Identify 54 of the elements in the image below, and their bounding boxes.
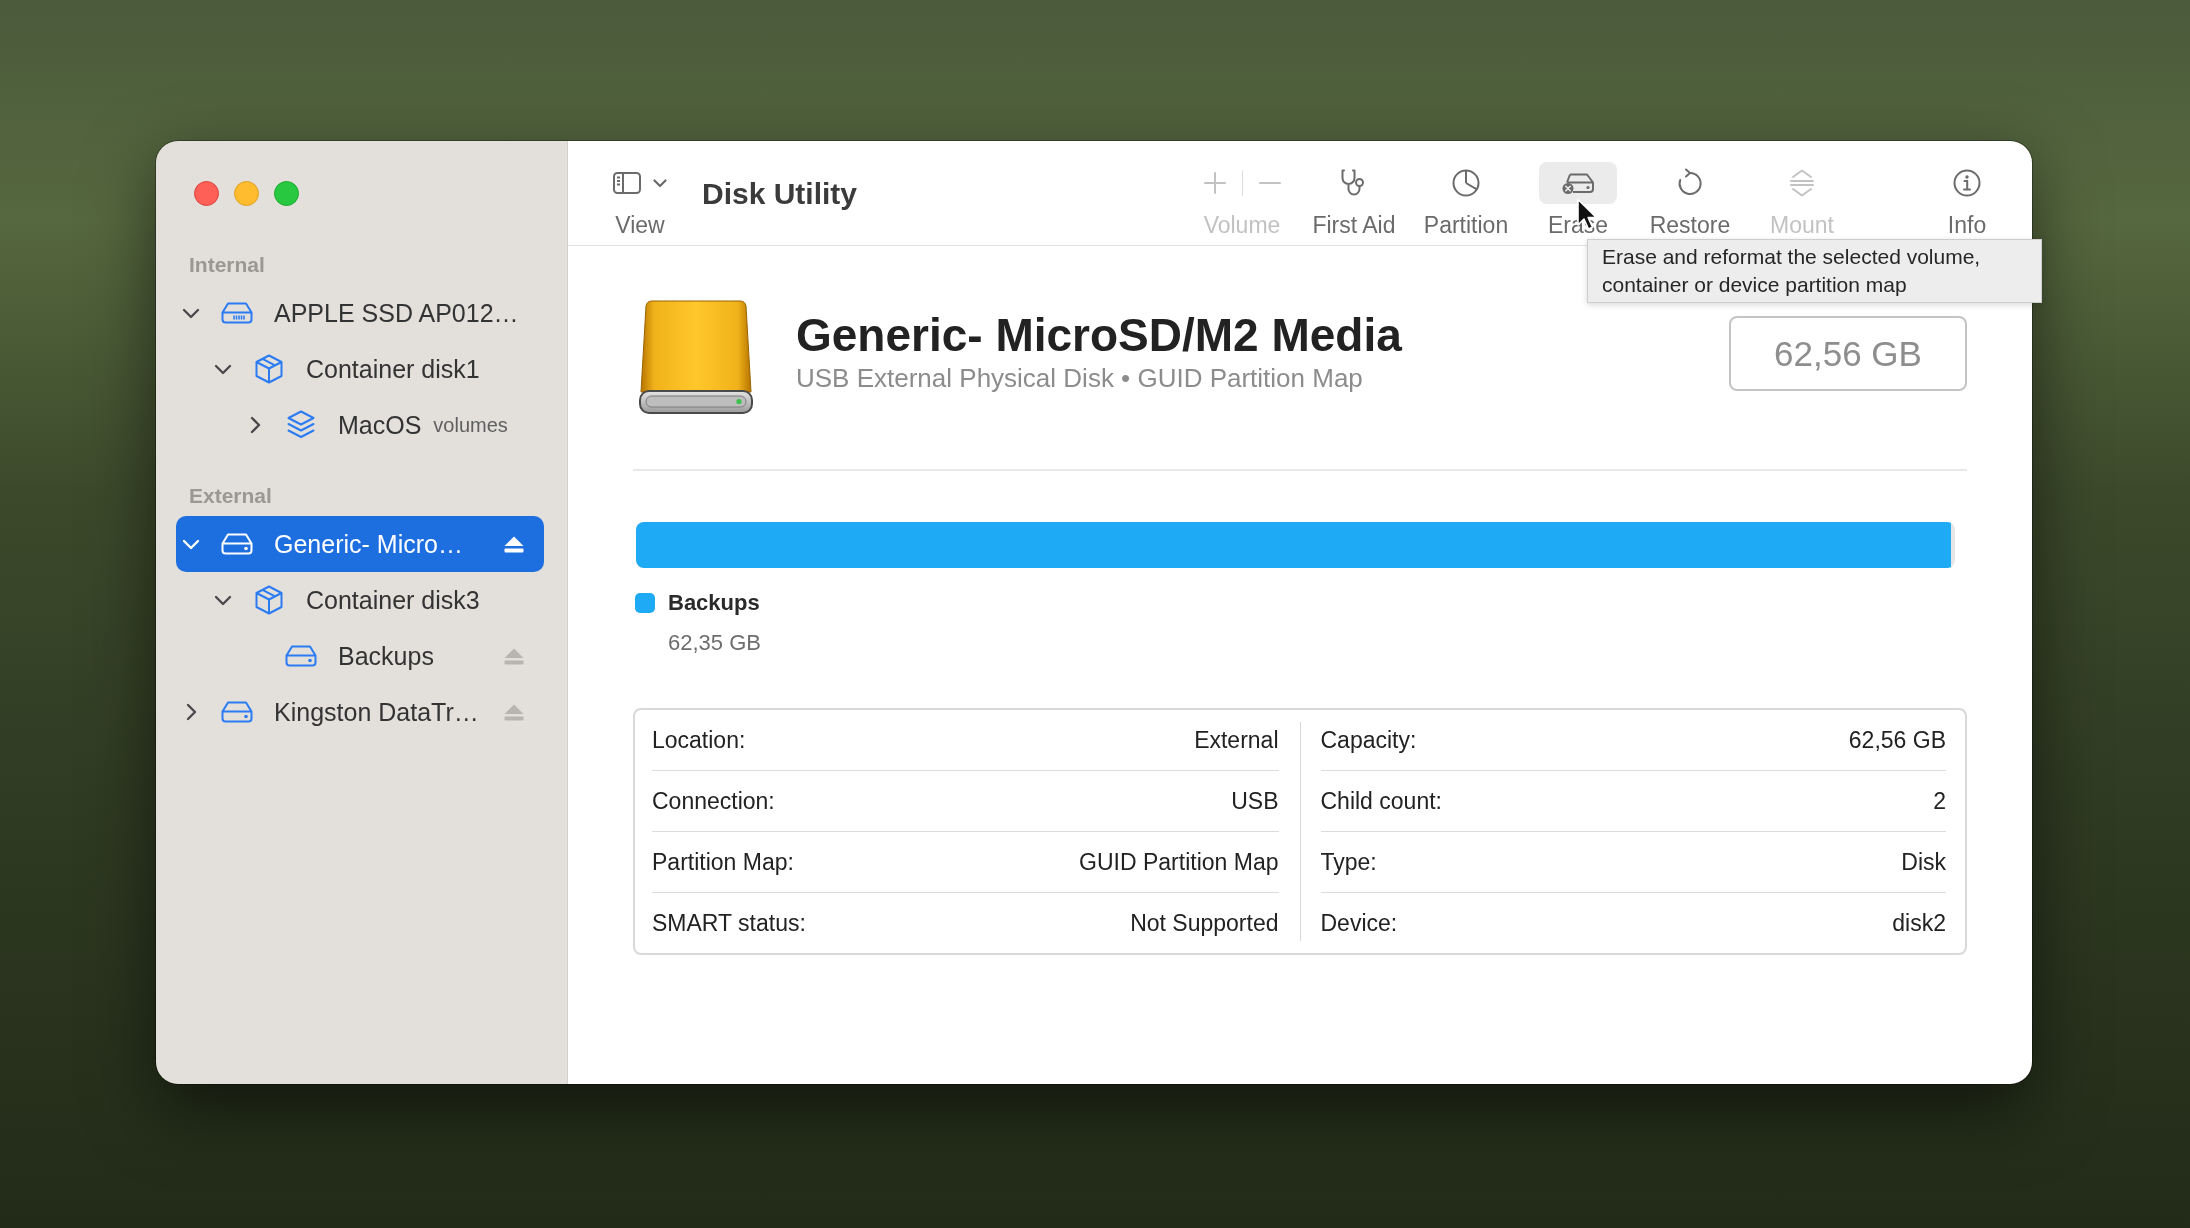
device-name: Generic- MicroSD/M2 Media — [796, 311, 1402, 359]
view-button[interactable]: View — [608, 141, 672, 238]
drive-icon — [221, 701, 253, 723]
layers-icon — [287, 410, 315, 440]
info-label: Device: — [1320, 909, 1398, 937]
sidebar-item[interactable]: Container disk3 — [176, 572, 544, 628]
toolbar-button[interactable]: First Aid — [1301, 141, 1407, 238]
sidebar-item[interactable]: Container disk1 — [176, 341, 544, 397]
plus-icon — [1203, 172, 1226, 194]
sidebar-item[interactable]: APPLE SSD AP012… — [176, 285, 544, 341]
info-value: Not Supported — [1130, 909, 1279, 937]
info-label: Connection: — [652, 787, 775, 815]
pie-chart-icon — [1451, 168, 1481, 198]
sidebar-item[interactable]: MacOS volumes — [176, 397, 544, 453]
info-label: Type: — [1320, 848, 1377, 876]
toolbar-button[interactable]: Info — [1914, 141, 2020, 238]
info-value: GUID Partition Map — [1079, 848, 1279, 876]
external-drive-icon — [638, 300, 754, 416]
info-icon — [1952, 168, 1982, 198]
eject-icon[interactable] — [504, 535, 524, 553]
info-value: disk2 — [1892, 909, 1946, 937]
minus-icon — [1258, 182, 1281, 184]
info-label: Partition Map: — [652, 848, 794, 876]
sidebar-item[interactable]: Kingston DataTr… — [176, 684, 544, 740]
window-title: Disk Utility — [702, 176, 858, 212]
cube-icon — [255, 585, 283, 615]
info-label: Capacity: — [1320, 726, 1417, 754]
internal-drive-icon — [221, 302, 253, 324]
cube-icon — [255, 354, 283, 384]
info-value: 62,56 GB — [1848, 726, 1946, 754]
legend-size: 62,35 GB — [668, 629, 761, 657]
info-label: Location: — [652, 726, 746, 754]
legend-label: Backups — [668, 589, 760, 617]
info-value: Disk — [1901, 848, 1946, 876]
info-value: USB — [1231, 787, 1279, 815]
sidebar-item[interactable]: Backups — [176, 628, 544, 684]
info-value: External — [1194, 726, 1279, 754]
sidebar-item[interactable]: Generic- Micro… — [176, 516, 544, 572]
info-label: SMART status: — [652, 909, 806, 937]
drive-icon — [221, 533, 253, 555]
section-heading: External — [188, 483, 273, 509]
device-description: USB External Physical Disk • GUID Partition Map — [796, 363, 1363, 393]
toolbar-button[interactable]: Restore — [1637, 141, 1743, 238]
chevron-down-icon — [653, 178, 667, 188]
close-button[interactable] — [194, 180, 219, 206]
section-heading: Internal — [188, 252, 266, 278]
sidebar-icon — [613, 172, 641, 194]
stack-arrows-icon — [1787, 168, 1817, 198]
info-label: Child count: — [1320, 787, 1442, 815]
toolbar-button[interactable]: Partition — [1413, 141, 1519, 238]
capacity-display: 62,56 GB — [1729, 316, 1967, 391]
drive-icon — [285, 645, 317, 667]
info-value: 2 — [1933, 787, 1946, 815]
tooltip: Erase and reformat the selected volume, container or device partition map — [1587, 239, 2042, 303]
